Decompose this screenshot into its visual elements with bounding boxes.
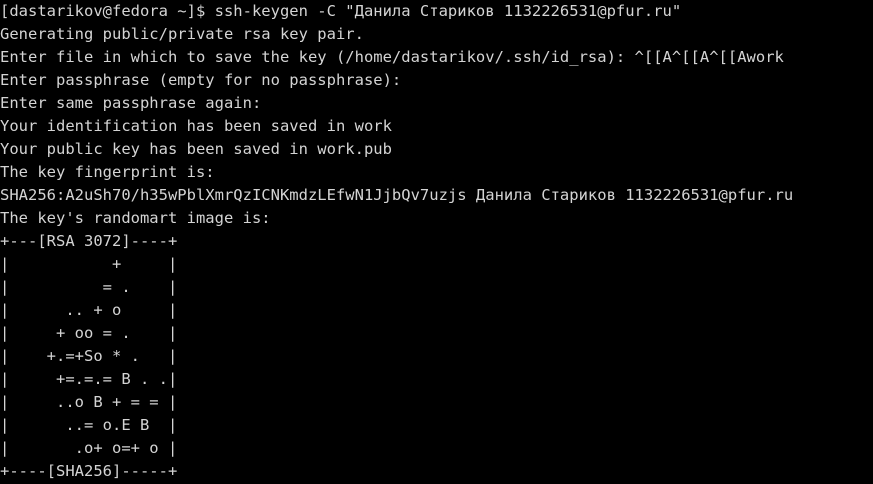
terminal-output-line: Enter passphrase (empty for no passphras… xyxy=(0,71,402,89)
randomart-border-bottom: +----[SHA256]-----+ xyxy=(0,462,178,480)
terminal-output-line: The key fingerprint is: xyxy=(0,163,215,181)
randomart-row: | ..= o.E B | xyxy=(0,416,178,434)
randomart-row: | +.=+So * . | xyxy=(0,347,178,365)
key-fingerprint-line: SHA256:A2uSh70/h35wPblXmrQzICNKmdzLEfwN1… xyxy=(0,186,794,204)
terminal-output-line: Enter file in which to save the key (/ho… xyxy=(0,48,784,66)
randomart-row: | .o+ o=+ o | xyxy=(0,439,178,457)
terminal-output-line: Your identification has been saved in wo… xyxy=(0,117,392,135)
randomart-row: | + oo = . | xyxy=(0,324,178,342)
randomart-border-top: +---[RSA 3072]----+ xyxy=(0,232,178,250)
randomart-row: | + | xyxy=(0,255,178,273)
randomart-row: | +=.=.= B . .| xyxy=(0,370,178,388)
terminal-command-line: [dastarikov@fedora ~]$ ssh-keygen -C "Да… xyxy=(0,2,682,20)
randomart-row: | = . | xyxy=(0,278,178,296)
terminal-output-line: Enter same passphrase again: xyxy=(0,94,262,112)
terminal-output-line: Generating public/private rsa key pair. xyxy=(0,25,364,43)
terminal-output-line: Your public key has been saved in work.p… xyxy=(0,140,392,158)
randomart-row: | ..o B + = = | xyxy=(0,393,178,411)
randomart-row: | .. + o | xyxy=(0,301,178,319)
terminal-window[interactable]: [dastarikov@fedora ~]$ ssh-keygen -C "Да… xyxy=(0,0,873,484)
terminal-output-line: The key's randomart image is: xyxy=(0,209,271,227)
